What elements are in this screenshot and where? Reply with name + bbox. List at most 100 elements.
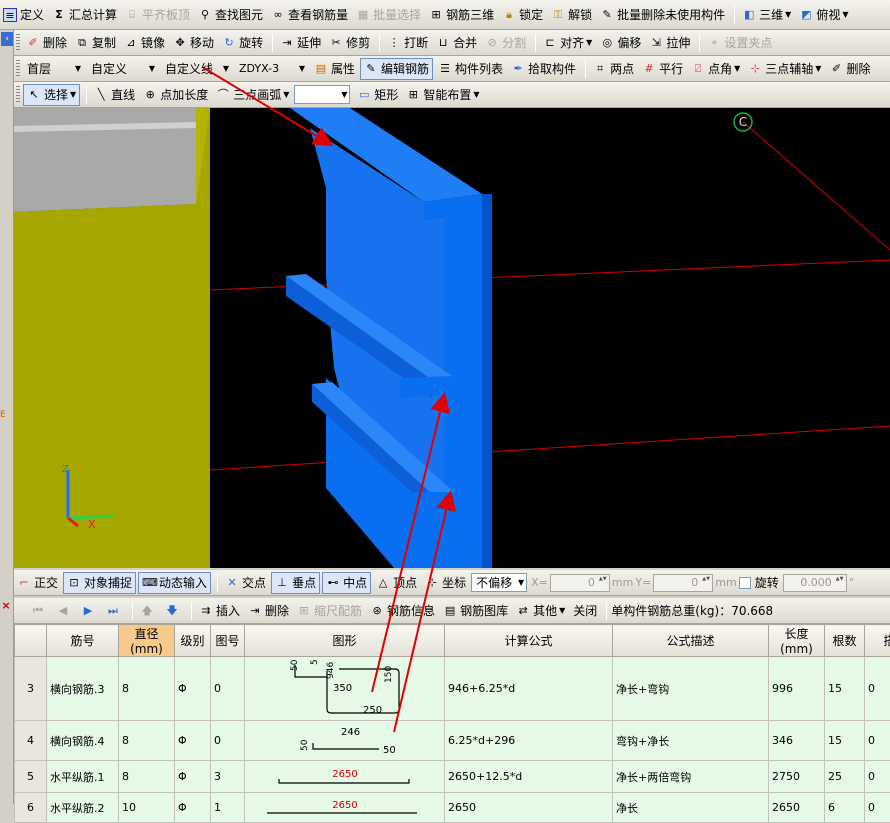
toolbar-grip[interactable] [16, 86, 20, 104]
cell-formula[interactable]: 2650 [445, 793, 613, 823]
cell-grade[interactable]: Φ [175, 761, 211, 793]
arc-option-select[interactable]: ▼ [294, 85, 350, 104]
line-button[interactable]: ╲直线 [91, 84, 138, 106]
prev-record-button[interactable]: ◀ [53, 600, 76, 622]
move-down-button[interactable]: 🡇︎ [162, 600, 185, 622]
midpoint-snap[interactable]: ⊷中点 [322, 572, 371, 594]
rebar-3d-button[interactable]: ⊞钢筋三维 [426, 4, 497, 26]
cell-bar-no[interactable]: 横向钢筋.3 [47, 657, 119, 721]
category-select[interactable]: 自定义▼ [87, 59, 157, 78]
align-dropdown[interactable]: ⊏对齐▼ [540, 32, 595, 54]
cell-fig-no[interactable]: 0 [211, 657, 245, 721]
object-snap-toggle[interactable]: ⊡对象捕捉 [63, 572, 136, 594]
summary-calc-button[interactable]: Σ汇总计算 [49, 4, 120, 26]
top-view-dropdown[interactable]: ◩俯视▼ [796, 4, 851, 26]
cell-shape[interactable]: 246 50 50 [245, 721, 445, 761]
cell-diameter[interactable]: 10 [119, 793, 175, 823]
find-element-button[interactable]: ⚲查找图元 [195, 4, 266, 26]
parallel-button[interactable]: #平行 [639, 58, 686, 80]
table-row[interactable]: 5 水平纵筋.1 8 Φ 3 2650 2650+12.5*d 净长+两倍弯钩 … [15, 761, 890, 793]
properties-button[interactable]: ▤属性 [311, 58, 358, 80]
smart-layout-dropdown[interactable]: ⊞智能布置▼ [403, 84, 482, 106]
cell-formula-desc[interactable]: 净长+弯钩 [613, 657, 769, 721]
three-point-axis-dropdown[interactable]: ⊹三点辅轴▼ [745, 58, 824, 80]
cell-fig-no[interactable]: 3 [211, 761, 245, 793]
align-slab-top-button[interactable]: ⌸平齐板顶 [122, 4, 193, 26]
rotate-input[interactable]: 0.000 [783, 574, 847, 592]
toolbar-grip[interactable] [16, 60, 20, 78]
two-points-button[interactable]: ⌗两点 [590, 58, 637, 80]
lock-button[interactable]: 🔒︎锁定 [499, 4, 546, 26]
col-header-diameter[interactable]: 直径(mm) [119, 625, 175, 657]
offset-button[interactable]: ◎偏移 [597, 32, 644, 54]
rotate-button[interactable]: ↻旋转 [219, 32, 266, 54]
cell-lap[interactable]: 0 [865, 721, 890, 761]
merge-button[interactable]: ⊔合并 [433, 32, 480, 54]
3d-viewport[interactable]: C Z X [14, 108, 890, 568]
table-row[interactable]: 3 横向钢筋.3 8 Φ 0 50 5 946 350 150 250 [15, 657, 890, 721]
intersection-snap[interactable]: ✕交点 [222, 572, 269, 594]
next-record-button[interactable]: ▶ [78, 600, 101, 622]
component-list-button[interactable]: ☰构件列表 [435, 58, 506, 80]
cell-bar-no[interactable]: 水平纵筋.2 [47, 793, 119, 823]
copy-button[interactable]: ⧉复制 [72, 32, 119, 54]
cell-shape[interactable]: 2650 [245, 761, 445, 793]
cell-shape[interactable]: 50 5 946 350 150 250 [245, 657, 445, 721]
col-header-bar-no[interactable]: 筋号 [47, 625, 119, 657]
edit-rebar-button[interactable]: ✎编辑钢筋 [360, 58, 433, 80]
col-header-length[interactable]: 长度(mm) [769, 625, 825, 657]
trim-button[interactable]: ✂修剪 [326, 32, 373, 54]
cell-formula-desc[interactable]: 净长 [613, 793, 769, 823]
cell-diameter[interactable]: 8 [119, 721, 175, 761]
cell-grade[interactable]: Φ [175, 793, 211, 823]
close-icon[interactable]: × [0, 600, 12, 612]
cell-count[interactable]: 15 [825, 721, 865, 761]
cell-length[interactable]: 2750 [769, 761, 825, 793]
col-header-fig-no[interactable]: 图号 [211, 625, 245, 657]
set-grip-button[interactable]: ⌖设置夹点 [704, 32, 775, 54]
rotate-checkbox[interactable] [739, 577, 751, 589]
cell-formula[interactable]: 946+6.25*d [445, 657, 613, 721]
batch-delete-unused-button[interactable]: ✎批量删除未使用构件 [597, 4, 728, 26]
batch-select-button[interactable]: ▦批量选择 [353, 4, 424, 26]
three-point-arc-dropdown[interactable]: ⌒三点画弧▼ [213, 84, 292, 106]
cell-diameter[interactable]: 8 [119, 761, 175, 793]
cell-bar-no[interactable]: 横向钢筋.4 [47, 721, 119, 761]
component-select[interactable]: ZDYX-3▼ [235, 59, 307, 78]
move-up-button[interactable]: 🡅︎ [137, 600, 160, 622]
select-dropdown[interactable]: ↖选择▼ [23, 84, 80, 106]
table-row[interactable]: 4 横向钢筋.4 8 Φ 0 246 50 50 6.25*d+296 弯钩+净… [15, 721, 890, 761]
insert-row-button[interactable]: ⇉插入 [196, 600, 243, 622]
cell-count[interactable]: 15 [825, 657, 865, 721]
offset-mode-select[interactable]: 不偏移▼ [471, 573, 527, 592]
cell-diameter[interactable]: 8 [119, 657, 175, 721]
split-button[interactable]: ⊘分割 [482, 32, 529, 54]
perpendicular-snap[interactable]: ⊥垂点 [271, 572, 320, 594]
cell-fig-no[interactable]: 1 [211, 793, 245, 823]
cell-grade[interactable]: Φ [175, 721, 211, 761]
3d-scene[interactable]: C Z X [14, 108, 890, 568]
cell-formula-desc[interactable]: 弯钩+净长 [613, 721, 769, 761]
rebar-info-button[interactable]: ⊛钢筋信息 [367, 600, 438, 622]
cell-bar-no[interactable]: 水平纵筋.1 [47, 761, 119, 793]
cell-grade[interactable]: Φ [175, 657, 211, 721]
coordinate-snap[interactable]: ⊹坐标 [422, 572, 469, 594]
cell-formula[interactable]: 2650+12.5*d [445, 761, 613, 793]
break-button[interactable]: ⋮打断 [384, 32, 431, 54]
rebar-library-button[interactable]: ▤钢筋图库 [440, 600, 511, 622]
col-header-formula-desc[interactable]: 公式描述 [613, 625, 769, 657]
define-button[interactable]: ≡定义 [0, 4, 47, 26]
cell-shape[interactable]: 2650 [245, 793, 445, 823]
move-button[interactable]: ✥移动 [170, 32, 217, 54]
point-angle-dropdown[interactable]: ⍁点角▼ [688, 58, 743, 80]
cell-formula[interactable]: 6.25*d+296 [445, 721, 613, 761]
dynamic-input-toggle[interactable]: ⌨动态输入 [138, 572, 211, 594]
cell-count[interactable]: 6 [825, 793, 865, 823]
stretch-button[interactable]: ⇲拉伸 [646, 32, 693, 54]
col-header-lap[interactable]: 搭 [865, 625, 890, 657]
mirror-button[interactable]: ⊿镜像 [121, 32, 168, 54]
ortho-toggle[interactable]: ⌐正交 [14, 572, 61, 594]
cell-length[interactable]: 996 [769, 657, 825, 721]
x-input[interactable]: 0 [550, 574, 610, 592]
cell-formula-desc[interactable]: 净长+两倍弯钩 [613, 761, 769, 793]
